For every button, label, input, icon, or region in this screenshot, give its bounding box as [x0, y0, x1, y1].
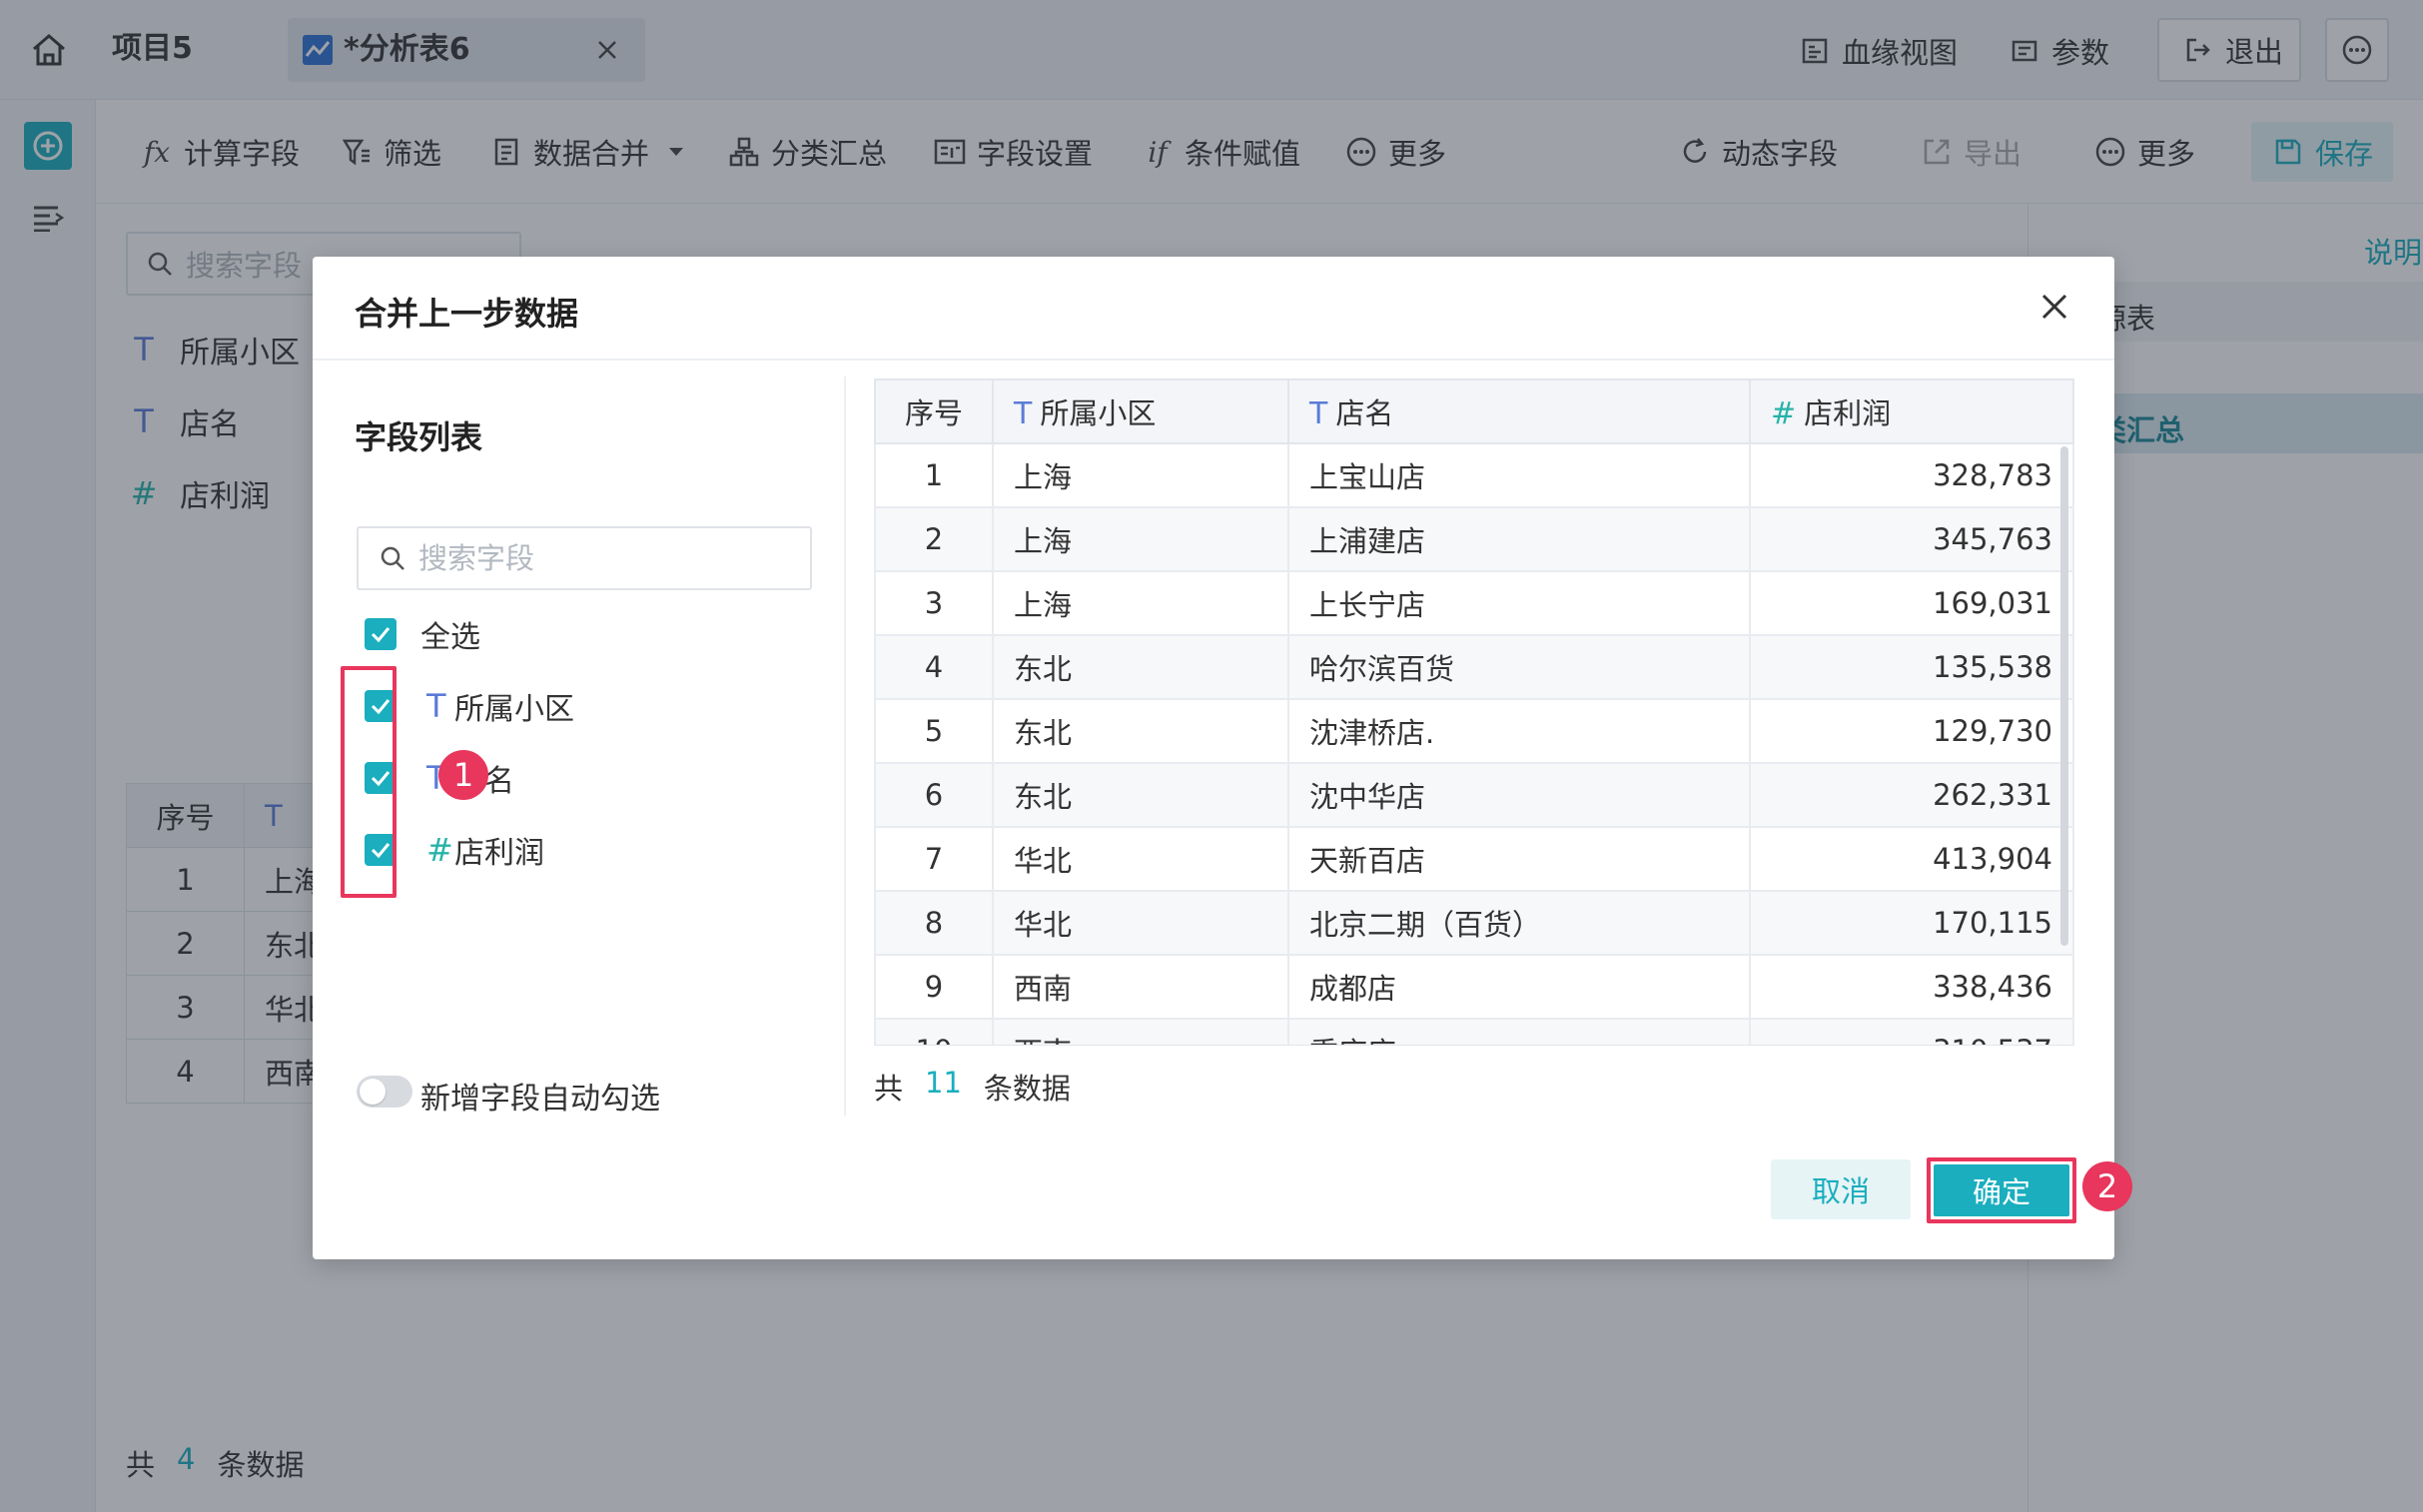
count-prefix: 共 — [874, 1072, 904, 1106]
dialog-search-field[interactable] — [357, 526, 812, 590]
cell-profit: 345,763 — [1749, 506, 2074, 572]
cell-region: 东北 — [992, 698, 1289, 764]
confirm-button[interactable]: 确定 — [1934, 1164, 2069, 1216]
cell-store: 北京二期（百货） — [1287, 890, 1751, 956]
cell-profit: 135,538 — [1749, 634, 2074, 700]
cell-store: 上浦建店 — [1287, 506, 1751, 572]
cell-region: 上海 — [992, 442, 1289, 508]
field-label: 所属小区 — [454, 692, 574, 727]
cell-profit: 170,115 — [1749, 890, 2074, 956]
cell-index: 3 — [874, 570, 994, 636]
cell-index: 1 — [874, 442, 994, 508]
header-region[interactable]: T 所属小区 — [992, 378, 1289, 444]
number-type-icon: # — [426, 831, 453, 869]
cell-store: 沈津桥店. — [1287, 698, 1751, 764]
preview-table-container[interactable]: 序号 T 所属小区 T 店名 # 店利润 1 上海 上宝山店 328,783 2 上海 上浦建店… — [874, 378, 2074, 1046]
field-list-title: 字段列表 — [355, 418, 483, 456]
dialog-title: 合并上一步数据 — [355, 295, 579, 333]
cell-index: 10 — [874, 1018, 994, 1045]
preview-table: 序号 T 所属小区 T 店名 # 店利润 1 上海 上宝山店 328,783 2 上海 上浦建店… — [874, 378, 2074, 1045]
cell-store: 天新百店 — [1287, 826, 1751, 892]
cell-region: 华北 — [992, 826, 1289, 892]
cell-profit: 310,537 — [1749, 1018, 2074, 1045]
field-label: 店利润 — [454, 836, 544, 871]
header-label: 店利润 — [1804, 396, 1892, 430]
callout-highlight-checkboxes — [341, 666, 397, 898]
table-row: 9 西南 成都店 338,436 — [874, 954, 2074, 1020]
callout-highlight-confirm: 确定 — [1927, 1157, 2076, 1223]
cell-store: 上宝山店 — [1287, 442, 1751, 508]
panel-divider — [844, 377, 846, 1116]
cell-index: 5 — [874, 698, 994, 764]
cell-region: 东北 — [992, 634, 1289, 700]
count-value: 11 — [925, 1066, 962, 1100]
select-all-checkbox[interactable]: 全选 — [365, 614, 480, 655]
cell-profit: 328,783 — [1749, 442, 2074, 508]
cell-region: 东北 — [992, 762, 1289, 828]
cell-index: 4 — [874, 634, 994, 700]
cancel-button[interactable]: 取消 — [1771, 1159, 1911, 1219]
table-row: 10西南重庆店310,537 — [874, 1018, 2074, 1045]
cell-store: 成都店 — [1287, 954, 1751, 1020]
cell-index: 7 — [874, 826, 994, 892]
cell-store: 沈中华店 — [1287, 762, 1751, 828]
cell-region: 华北 — [992, 890, 1289, 956]
cell-index: 6 — [874, 762, 994, 828]
search-icon — [379, 544, 406, 572]
header-label: 所属小区 — [1040, 396, 1157, 430]
merge-dialog: 合并上一步数据 字段列表 全选 T 所属小区 T 店名 # 店利润 1 新增字段… — [313, 257, 2132, 1259]
table-row: 6 东北 沈中华店 262,331 — [874, 762, 2074, 828]
table-row: 3 上海 上长宁店 169,031 — [874, 570, 2074, 636]
cell-region: 西南 — [992, 954, 1289, 1020]
toggle-knob — [360, 1079, 386, 1105]
text-type-icon: T — [1014, 396, 1033, 431]
table-row: 1 上海 上宝山店 328,783 — [874, 442, 2074, 508]
header-divider — [313, 359, 2114, 361]
table-row: 5 东北 沈津桥店. 129,730 — [874, 698, 2074, 764]
cell-store: 重庆店 — [1287, 1018, 1751, 1045]
auto-select-toggle[interactable] — [357, 1076, 412, 1108]
table-row: 2 上海 上浦建店 345,763 — [874, 506, 2074, 572]
table-row: 8 华北 北京二期（百货） 170,115 — [874, 890, 2074, 956]
table-row: 4 东北 哈尔滨百货 135,538 — [874, 634, 2074, 700]
cell-region: 西南 — [992, 1018, 1289, 1045]
header-profit[interactable]: # 店利润 — [1749, 378, 2074, 444]
cell-index: 2 — [874, 506, 994, 572]
preview-scrollbar[interactable] — [2060, 446, 2068, 946]
cell-store: 哈尔滨百货 — [1287, 634, 1751, 700]
cell-region: 上海 — [992, 570, 1289, 636]
cell-profit: 169,031 — [1749, 570, 2074, 636]
cell-profit: 413,904 — [1749, 826, 2074, 892]
count-suffix: 条数据 — [983, 1072, 1071, 1106]
close-icon[interactable] — [2034, 287, 2074, 327]
auto-select-label: 新增字段自动勾选 — [420, 1082, 660, 1117]
cell-profit: 338,436 — [1749, 954, 2074, 1020]
select-all-label: 全选 — [420, 620, 480, 655]
cell-store: 上长宁店 — [1287, 570, 1751, 636]
text-type-icon: T — [426, 687, 446, 725]
text-type-icon: T — [1309, 396, 1328, 431]
row-count: 共 11 条数据 — [874, 1066, 1071, 1108]
cell-profit: 262,331 — [1749, 762, 2074, 828]
cell-region: 上海 — [992, 506, 1289, 572]
cell-index: 8 — [874, 890, 994, 956]
number-type-icon: # — [1771, 396, 1797, 431]
cell-profit: 129,730 — [1749, 698, 2074, 764]
dialog-search-input[interactable] — [418, 541, 798, 575]
callout-badge-1: 1 — [438, 750, 488, 800]
header-label: 店名 — [1335, 396, 1394, 430]
header-store[interactable]: T 店名 — [1287, 378, 1751, 444]
table-row: 7 华北 天新百店 413,904 — [874, 826, 2074, 892]
callout-badge-2: 2 — [2082, 1161, 2132, 1211]
preview-header-row: 序号 T 所属小区 T 店名 # 店利润 — [874, 378, 2074, 444]
checkbox-checked[interactable] — [365, 618, 397, 650]
header-index: 序号 — [874, 378, 994, 444]
cell-index: 9 — [874, 954, 994, 1020]
